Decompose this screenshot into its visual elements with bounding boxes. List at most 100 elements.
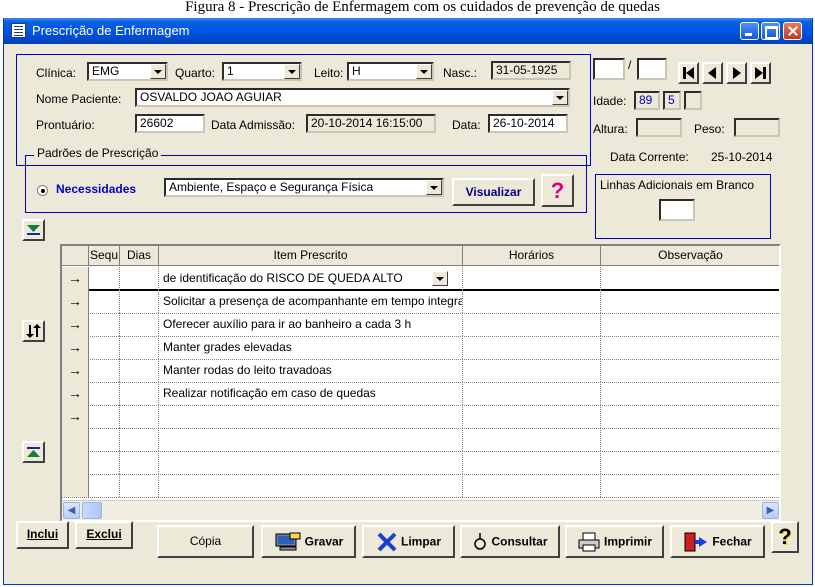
fechar-button[interactable]: Fechar — [670, 525, 765, 558]
cell-item-prescrito[interactable]: Manter rodas do leito travadoas — [159, 359, 463, 382]
limpar-button[interactable]: Limpar — [362, 525, 455, 558]
cell-sequ[interactable] — [89, 313, 120, 336]
clinica-select[interactable]: EMG — [87, 62, 168, 81]
copia-button[interactable]: Cópia — [157, 525, 254, 558]
cell-horarios[interactable] — [463, 359, 601, 382]
cell-item-prescrito[interactable]: Oferecer auxílio para ir ao banheiro a c… — [159, 313, 463, 336]
help-button[interactable]: ? — [771, 521, 799, 553]
table-row[interactable]: → Oferecer auxílio para ir ao banheiro a … — [62, 313, 779, 337]
nome-paciente-select[interactable]: OSVALDO JOAO AGUIAR — [135, 88, 570, 107]
cell-item-prescrito[interactable] — [159, 405, 463, 428]
row-indicator-icon[interactable]: → — [62, 336, 89, 359]
row-indicator-icon[interactable] — [62, 474, 89, 497]
cell-observacao[interactable] — [601, 405, 779, 428]
cell-sequ[interactable] — [89, 359, 120, 382]
cell-dias[interactable] — [120, 405, 159, 428]
cell-horarios[interactable] — [463, 290, 601, 313]
cell-dias[interactable] — [120, 359, 159, 382]
necessidades-select[interactable]: Ambiente, Espaço e Segurança Física — [164, 178, 444, 197]
row-indicator-icon[interactable]: → — [62, 405, 89, 428]
cell-observacao[interactable] — [601, 451, 779, 474]
cell-dias[interactable] — [120, 382, 159, 405]
last-record-button[interactable] — [750, 62, 771, 84]
inclui-button[interactable]: Inclui — [16, 521, 69, 549]
row-indicator-icon[interactable]: → — [62, 382, 89, 405]
cell-dias[interactable] — [120, 290, 159, 313]
column-header-dias[interactable]: Dias — [120, 246, 159, 266]
cell-observacao[interactable] — [601, 336, 779, 359]
cell-dias[interactable] — [120, 474, 159, 497]
table-row[interactable]: → Solicitar a presença de acompanhante em… — [62, 290, 779, 314]
cell-item-prescrito[interactable]: Manter grades elevadas — [159, 336, 463, 359]
table-row[interactable]: → Manter rodas do leito travadoas — [62, 359, 779, 383]
chevron-down-icon[interactable] — [416, 64, 432, 79]
imprimir-button[interactable]: Imprimir — [565, 525, 664, 558]
cell-horarios[interactable] — [463, 451, 601, 474]
cell-dias[interactable] — [120, 336, 159, 359]
title-bar[interactable]: Prescrição de Enfermagem — [4, 18, 812, 44]
horizontal-scrollbar[interactable]: ◀ ▶ — [62, 500, 779, 520]
row-indicator-icon[interactable]: → — [62, 267, 89, 290]
close-window-button[interactable] — [783, 22, 802, 40]
chevron-down-icon[interactable] — [150, 64, 166, 79]
cell-sequ[interactable] — [89, 451, 120, 474]
cell-observacao[interactable] — [601, 313, 779, 336]
reorder-button[interactable] — [22, 320, 45, 342]
next-record-button[interactable] — [726, 62, 747, 84]
row-indicator-icon[interactable]: → — [62, 359, 89, 382]
first-record-button[interactable] — [678, 62, 699, 84]
scroll-right-icon[interactable]: ▶ — [762, 502, 779, 519]
day-field[interactable] — [593, 58, 625, 80]
cell-observacao[interactable] — [601, 359, 779, 382]
month-field[interactable] — [637, 58, 667, 80]
chevron-down-icon[interactable] — [552, 90, 568, 105]
cell-item-prescrito[interactable] — [159, 428, 463, 451]
column-header-observacao[interactable]: Observação — [601, 246, 779, 266]
row-indicator-icon[interactable]: → — [62, 313, 89, 336]
chevron-down-icon[interactable] — [426, 180, 442, 195]
scroll-to-top-button[interactable] — [22, 441, 45, 463]
row-indicator-icon[interactable] — [62, 428, 89, 451]
prontuario-field[interactable]: 26602 — [135, 114, 205, 133]
maximize-button[interactable] — [761, 22, 780, 40]
cell-sequ[interactable] — [89, 405, 120, 428]
cell-dias[interactable] — [120, 451, 159, 474]
cell-item-prescrito[interactable]: de identificação do RISCO DE QUEDA ALTO — [159, 267, 463, 290]
cell-sequ[interactable] — [89, 428, 120, 451]
cell-sequ[interactable] — [89, 290, 120, 313]
scroll-to-bottom-button[interactable] — [22, 219, 45, 241]
quarto-select[interactable]: 1 — [222, 62, 302, 81]
cell-horarios[interactable] — [463, 382, 601, 405]
table-row[interactable]: → de identificação do RISCO DE QUEDA ALTO — [62, 267, 779, 291]
row-indicator-icon[interactable] — [62, 451, 89, 474]
table-row[interactable]: → Realizar notificação em caso de quedas — [62, 382, 779, 406]
visualizar-button[interactable]: Visualizar — [452, 178, 535, 206]
necessidades-radio[interactable] — [37, 185, 48, 196]
gravar-button[interactable]: Gravar — [261, 525, 356, 558]
cell-sequ[interactable] — [89, 474, 120, 497]
cell-horarios[interactable] — [463, 474, 601, 497]
cell-observacao[interactable] — [601, 428, 779, 451]
cell-horarios[interactable] — [463, 267, 601, 290]
column-header-horarios[interactable]: Horários — [463, 246, 601, 266]
table-row[interactable] — [62, 451, 779, 475]
row-indicator-icon[interactable]: → — [62, 290, 89, 313]
column-header-sequ[interactable]: Sequ — [89, 246, 120, 266]
chevron-down-icon[interactable] — [432, 271, 448, 286]
exclui-button[interactable]: Exclui — [75, 521, 133, 549]
cell-observacao[interactable] — [601, 290, 779, 313]
help-question-button[interactable]: ? — [541, 174, 574, 207]
chevron-down-icon[interactable] — [284, 64, 300, 79]
linhas-adicionais-field[interactable] — [659, 199, 695, 221]
cell-item-prescrito[interactable] — [159, 451, 463, 474]
cell-horarios[interactable] — [463, 313, 601, 336]
table-row[interactable] — [62, 474, 779, 498]
table-row[interactable] — [62, 428, 779, 452]
cell-observacao[interactable] — [601, 474, 779, 497]
cell-sequ[interactable] — [89, 267, 120, 290]
scrollbar-thumb[interactable] — [82, 502, 102, 519]
cell-dias[interactable] — [120, 428, 159, 451]
cell-item-prescrito[interactable] — [159, 474, 463, 497]
minimize-button[interactable] — [740, 22, 759, 40]
table-row[interactable]: → Manter grades elevadas — [62, 336, 779, 360]
